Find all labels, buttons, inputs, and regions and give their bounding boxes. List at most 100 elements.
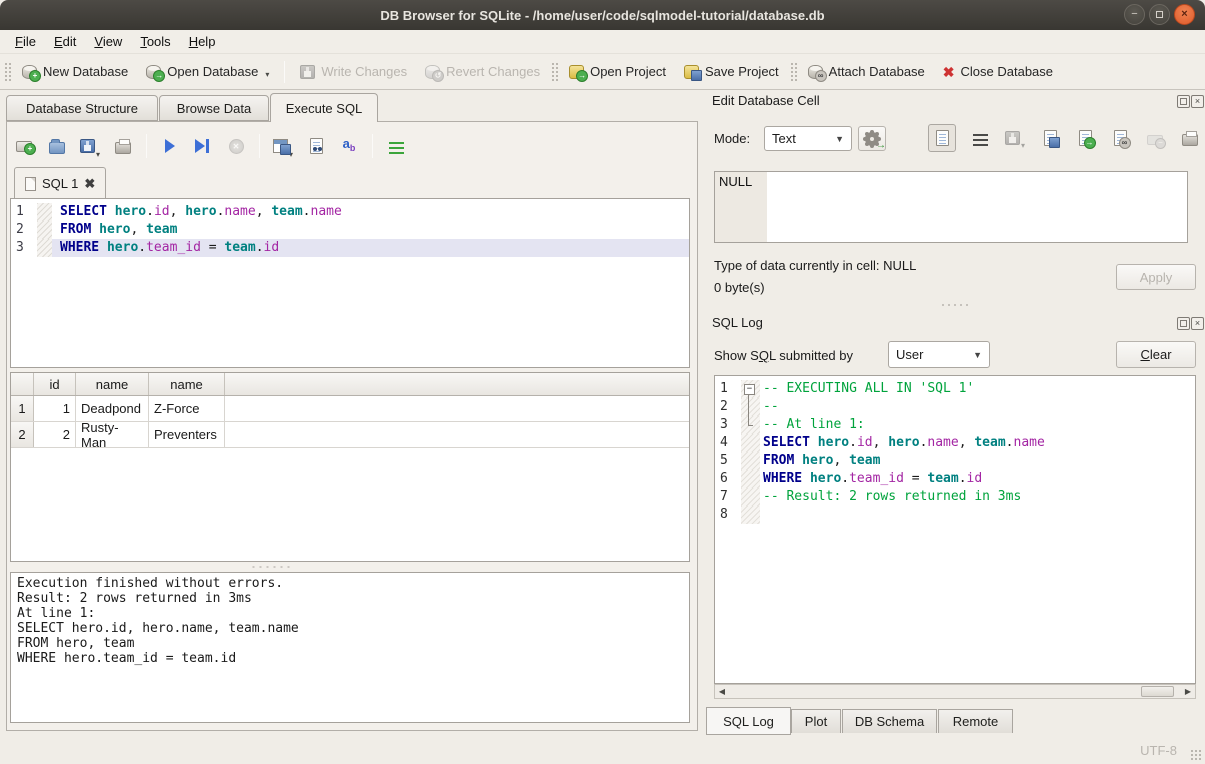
float-panel-icon[interactable]: [1177, 95, 1190, 108]
play-line-icon: [195, 139, 211, 153]
execute-current-line-button[interactable]: [191, 133, 215, 159]
export-data-button[interactable]: [1074, 126, 1096, 150]
close-tab-icon[interactable]: ✖: [84, 176, 95, 192]
close-button[interactable]: ×: [1174, 4, 1195, 25]
save-sql-file-button[interactable]: ▾: [78, 133, 102, 159]
mode-select[interactable]: Text ▼: [764, 126, 852, 151]
tab-execute-sql[interactable]: Execute SQL: [270, 93, 378, 122]
menu-file[interactable]: File: [6, 32, 45, 51]
format-sql-button[interactable]: a: [337, 133, 361, 159]
title-bar[interactable]: DB Browser for SQLite - /home/user/code/…: [0, 0, 1205, 30]
menu-edit[interactable]: Edit: [45, 32, 85, 51]
menu-tools[interactable]: Tools: [131, 32, 179, 51]
line-number: 2: [11, 221, 37, 239]
text-mode-button[interactable]: [928, 124, 956, 152]
doc-save-icon: [1044, 130, 1057, 146]
word-wrap-button[interactable]: [384, 133, 408, 159]
import-data-button[interactable]: ▾: [1004, 126, 1026, 150]
clear-log-button[interactable]: Clear: [1116, 341, 1196, 368]
new-database-button[interactable]: New Database: [13, 60, 137, 83]
print-sql-button[interactable]: [111, 133, 135, 159]
export-results-button[interactable]: ▾: [271, 133, 295, 159]
tab-database-structure[interactable]: Database Structure: [6, 95, 158, 121]
grid-header-row: idnamename: [11, 373, 689, 396]
close-panel-icon[interactable]: ×: [1191, 317, 1204, 330]
open-sql-file-button[interactable]: [45, 133, 69, 159]
log-horizontal-scrollbar[interactable]: ◀ ▶: [714, 684, 1196, 699]
attach-database-button[interactable]: Attach Database: [799, 60, 934, 83]
row-header[interactable]: 1: [11, 396, 34, 421]
resize-grip[interactable]: [1190, 749, 1202, 761]
open-project-button[interactable]: Open Project: [560, 60, 675, 83]
line-number: 1: [11, 203, 37, 221]
float-panel-icon[interactable]: [1177, 317, 1190, 330]
menu-view[interactable]: View: [85, 32, 131, 51]
column-header-id[interactable]: id: [34, 373, 76, 395]
encoding-indicator: UTF-8: [1140, 743, 1177, 758]
write-changes-button[interactable]: Write Changes: [291, 60, 416, 83]
auto-apply-button[interactable]: [858, 126, 886, 151]
dock-splitter-handle[interactable]: [940, 303, 970, 307]
find-in-sql-button[interactable]: [304, 133, 328, 159]
row-header[interactable]: 2: [11, 422, 34, 447]
message-line: Result: 2 rows returned in 3ms: [17, 591, 683, 606]
minimize-button[interactable]: −: [1124, 4, 1145, 25]
table-cell[interactable]: Rusty-Man: [76, 422, 149, 447]
column-header-name[interactable]: name: [76, 373, 149, 395]
sql-token: hero: [185, 204, 216, 219]
sql-tab-sql-1[interactable]: SQL 1✖: [14, 167, 106, 199]
dock-tab-sql-log[interactable]: SQL Log: [706, 707, 791, 735]
sql-log-view[interactable]: 1-- EXECUTING ALL IN 'SQL 1'2--3-- At li…: [714, 375, 1196, 684]
sql-token: .: [146, 204, 154, 219]
sql-editor[interactable]: 1SELECT hero.id, hero.name, team.name2FR…: [10, 198, 690, 368]
open-external-button[interactable]: [1109, 126, 1131, 150]
cell-value-editor[interactable]: NULL: [714, 171, 1188, 243]
maximize-button[interactable]: [1149, 4, 1170, 25]
dock-tab-remote[interactable]: Remote: [938, 709, 1013, 734]
word-wrap-cell-button[interactable]: [969, 126, 991, 150]
scroll-right-arrow[interactable]: ▶: [1181, 687, 1195, 696]
sql-token: team: [974, 435, 1005, 450]
save-as-button[interactable]: [1039, 126, 1061, 150]
log-filter-select[interactable]: User ▼: [888, 341, 990, 368]
scroll-left-arrow[interactable]: ◀: [715, 687, 729, 696]
project-open-icon: [569, 65, 584, 79]
dropdown-caret-icon[interactable]: ▾: [265, 70, 269, 79]
execute-all-button[interactable]: [158, 133, 182, 159]
revert-changes-button[interactable]: Revert Changes: [416, 60, 549, 83]
toolbar-separator: [146, 134, 147, 158]
log-line: 5FROM hero, team: [715, 452, 1195, 470]
doc-export-icon: [1079, 130, 1092, 146]
dropdown-caret-icon[interactable]: ▾: [1021, 141, 1025, 150]
sql-token: hero: [115, 204, 146, 219]
apply-button[interactable]: Apply: [1116, 264, 1196, 290]
print-cell-button[interactable]: [1179, 126, 1201, 150]
dock-tab-plot[interactable]: Plot: [791, 709, 841, 734]
menu-help[interactable]: Help: [180, 32, 225, 51]
open-database-button[interactable]: Open Database▾: [137, 60, 278, 83]
close-panel-icon[interactable]: ×: [1191, 95, 1204, 108]
dock-tab-db-schema[interactable]: DB Schema: [842, 709, 937, 734]
line-number: 5: [715, 452, 741, 470]
log-line-text: SELECT hero.id, hero.name, team.name: [760, 434, 1195, 452]
table-cell[interactable]: Deadpond: [76, 396, 149, 421]
dropdown-caret-icon[interactable]: ▾: [96, 150, 100, 159]
table-cell[interactable]: 1: [34, 396, 76, 421]
sql-token: team: [146, 222, 177, 237]
sql-token: .: [138, 240, 146, 255]
sql-token: hero: [99, 222, 130, 237]
close-database-button[interactable]: ✖Close Database: [934, 60, 1062, 83]
tab-browse-data[interactable]: Browse Data: [159, 95, 269, 121]
fold-marker-icon[interactable]: [741, 380, 760, 398]
save-project-button[interactable]: Save Project: [675, 60, 788, 83]
new-sql-tab-button[interactable]: [12, 133, 36, 159]
stop-execution-button[interactable]: [224, 133, 248, 159]
table-cell[interactable]: Preventers: [149, 422, 225, 447]
sql-token: FROM: [60, 222, 99, 237]
scrollbar-thumb[interactable]: [1141, 686, 1174, 697]
table-cell[interactable]: Z-Force: [149, 396, 225, 421]
horizontal-splitter-handle[interactable]: [250, 565, 294, 569]
table-cell[interactable]: 2: [34, 422, 76, 447]
column-header-name[interactable]: name: [149, 373, 225, 395]
set-null-button[interactable]: [1144, 126, 1166, 150]
